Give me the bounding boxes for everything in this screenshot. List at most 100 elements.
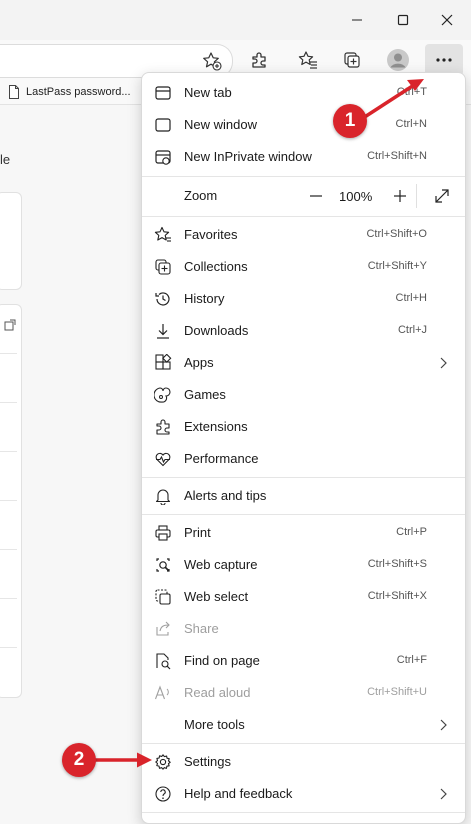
- menu-item-label: Extensions: [184, 419, 248, 434]
- menu-item-alerts-and-tips[interactable]: Alerts and tips: [142, 480, 465, 512]
- menu-item-label: Settings: [184, 754, 231, 769]
- menu-separator: [142, 514, 465, 515]
- menu-item-share[interactable]: Share: [142, 613, 465, 645]
- annotation-badge-1: 1: [333, 104, 367, 138]
- maximize-button[interactable]: [380, 4, 426, 36]
- open-external-icon: [4, 319, 16, 331]
- add-favorite-icon: [203, 52, 222, 71]
- zoom-out-button[interactable]: [304, 184, 328, 208]
- menu-item-shortcut: Ctrl+H: [395, 292, 427, 304]
- collections-icon: [344, 52, 360, 68]
- menu-item-extensions[interactable]: Extensions: [142, 411, 465, 443]
- menu-item-shortcut: Ctrl+Shift+X: [367, 590, 427, 602]
- menu-item-label: Downloads: [184, 323, 249, 338]
- apps-icon: [154, 354, 172, 372]
- favorites-icon: [298, 51, 317, 69]
- menu-item-label: History: [184, 291, 225, 306]
- menu-item-label: More tools: [184, 717, 245, 732]
- annotation-arrow-2: [92, 752, 152, 768]
- menu-item-label: Favorites: [184, 227, 238, 242]
- menu-item-shortcut: Ctrl+Shift+Y: [367, 260, 427, 272]
- menu-item-label: Apps: [184, 355, 214, 370]
- menu-item-web-select[interactable]: Web select Ctrl+Shift+X: [142, 581, 465, 613]
- more-options-icon: [436, 58, 452, 62]
- zoom-in-button[interactable]: [388, 184, 412, 208]
- full-screen-button[interactable]: [430, 184, 454, 208]
- menu-item-more-tools[interactable]: More tools: [142, 709, 465, 741]
- menu-item-web-capture[interactable]: Web capture Ctrl+Shift+S: [142, 549, 465, 581]
- menu-separator: [142, 477, 465, 478]
- zoom-value: 100%: [339, 189, 373, 204]
- menu-item-history[interactable]: History Ctrl+H: [142, 283, 465, 315]
- minimize-icon: [352, 19, 362, 21]
- minimize-button[interactable]: [334, 4, 380, 36]
- close-icon: [441, 14, 453, 26]
- favorites-icon: [154, 226, 172, 244]
- annotation-badge-2: 2: [62, 743, 96, 777]
- page-list-card: [0, 304, 22, 698]
- menu-item-label: New tab: [184, 85, 232, 100]
- chevron-right-icon: [440, 719, 447, 731]
- zoom-label: Zoom: [184, 188, 218, 203]
- menu-item-shortcut: Ctrl+Shift+O: [366, 228, 427, 240]
- menu-item-label: Print: [184, 525, 211, 540]
- list-divider: [0, 353, 17, 354]
- profile-avatar: [387, 49, 409, 71]
- download-icon: [154, 322, 172, 340]
- menu-item-downloads[interactable]: Downloads Ctrl+J: [142, 315, 465, 347]
- menu-item-print[interactable]: Print Ctrl+P: [142, 517, 465, 549]
- add-favorite-button[interactable]: [202, 51, 222, 71]
- close-button[interactable]: [424, 4, 470, 36]
- favorites-bar-item-label: LastPass password...: [26, 86, 131, 98]
- performance-icon: [154, 450, 172, 468]
- title-bar: [0, 0, 471, 40]
- menu-item-label: Read aloud: [184, 685, 251, 700]
- menu-item-find-on-page[interactable]: Find on page Ctrl+F: [142, 645, 465, 677]
- extensions-icon: [154, 418, 172, 436]
- find-icon: [154, 652, 172, 670]
- new-window-icon: [154, 116, 172, 134]
- share-icon: [154, 620, 172, 638]
- list-divider: [0, 402, 17, 403]
- bell-icon: [154, 487, 172, 505]
- games-icon: [154, 386, 172, 404]
- chevron-right-icon: [440, 788, 447, 800]
- menu-item-label: Share: [184, 621, 219, 636]
- menu-item-read-aloud[interactable]: Read aloud Ctrl+Shift+U: [142, 677, 465, 709]
- list-divider: [0, 647, 17, 648]
- list-divider: [0, 549, 17, 550]
- menu-item-shortcut: Ctrl+P: [396, 526, 427, 538]
- help-icon: [154, 785, 172, 803]
- favorites-bar-item[interactable]: LastPass password...: [8, 83, 131, 101]
- menu-item-collections[interactable]: Collections Ctrl+Shift+Y: [142, 251, 465, 283]
- menu-item-label: Performance: [184, 451, 259, 466]
- menu-item-label: Web select: [184, 589, 249, 604]
- inprivate-icon: [154, 148, 172, 166]
- maximize-icon: [397, 14, 409, 26]
- menu-item-performance[interactable]: Performance: [142, 443, 465, 475]
- menu-separator: [142, 812, 465, 813]
- menu-item-shortcut: Ctrl+J: [397, 324, 427, 336]
- menu-item-label: New InPrivate window: [184, 149, 312, 164]
- history-icon: [154, 290, 172, 308]
- menu-separator: [142, 176, 465, 177]
- menu-item-zoom: Zoom 100%: [142, 180, 465, 212]
- web-capture-icon: [154, 556, 172, 574]
- menu-item-games[interactable]: Games: [142, 379, 465, 411]
- menu-item-shortcut: Ctrl+Shift+N: [367, 150, 427, 162]
- menu-item-shortcut: Ctrl+Shift+S: [367, 558, 427, 570]
- web-select-icon: [154, 588, 172, 606]
- menu-item-settings[interactable]: Settings: [142, 746, 465, 778]
- menu-item-new-inprivate-window[interactable]: New InPrivate window Ctrl+Shift+N: [142, 141, 465, 173]
- plus-icon: [394, 190, 406, 202]
- menu-item-help-and-feedback[interactable]: Help and feedback: [142, 778, 465, 810]
- menu-item-apps[interactable]: Apps: [142, 347, 465, 379]
- list-divider: [0, 500, 17, 501]
- page-card: [0, 192, 22, 290]
- printer-icon: [154, 524, 172, 542]
- menu-item-label: Find on page: [184, 653, 260, 668]
- page-partial-text: le: [0, 152, 11, 167]
- menu-item-favorites[interactable]: Favorites Ctrl+Shift+O: [142, 219, 465, 251]
- menu-item-shortcut: Ctrl+Shift+U: [367, 686, 427, 698]
- settings-and-more-menu: New tab Ctrl+T New window Ctrl+N New InP…: [141, 72, 466, 824]
